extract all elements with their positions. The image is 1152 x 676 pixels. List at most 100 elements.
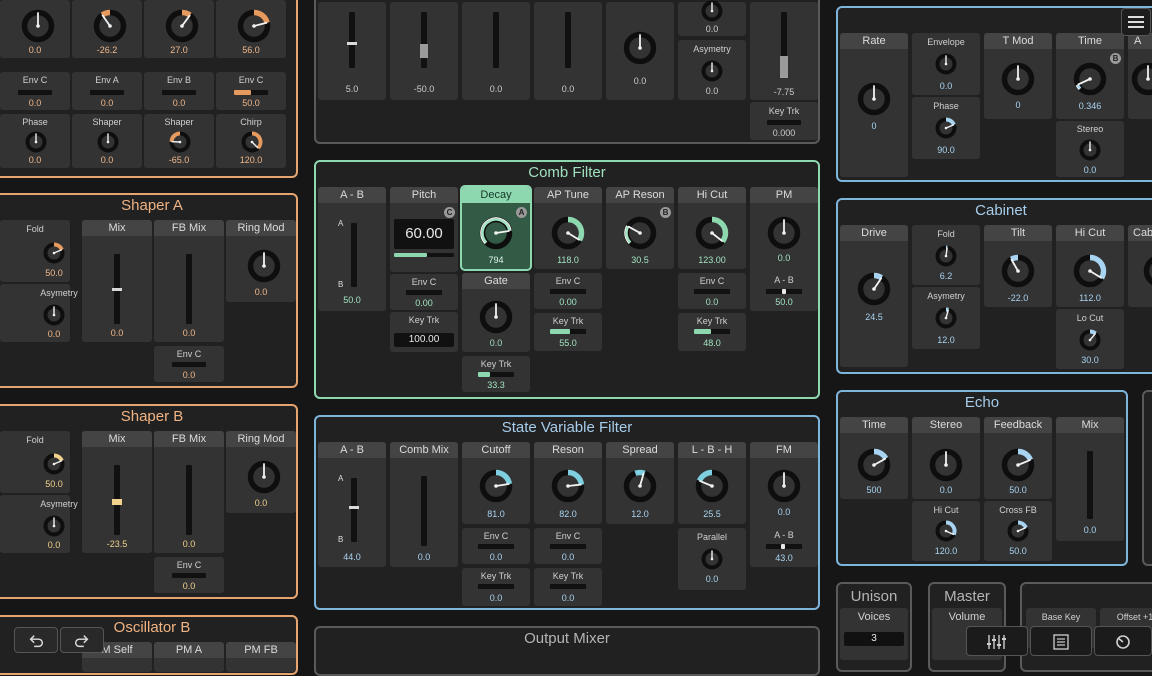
fx-rate-knob[interactable] — [854, 79, 894, 119]
svf-parallel-knob[interactable] — [699, 546, 725, 572]
comb-ab-slider[interactable] — [351, 223, 357, 287]
comb-aptune-envc-bar[interactable] — [550, 289, 586, 294]
svf-reson-keytrk-bar[interactable] — [550, 584, 586, 589]
osc-knob-1[interactable] — [90, 6, 130, 46]
echo-hicut-knob[interactable] — [933, 518, 959, 544]
fx-rate-value: 0 — [840, 121, 908, 131]
osc-knob-2[interactable] — [162, 6, 202, 46]
top-mid-knob-5a[interactable] — [699, 0, 725, 24]
fx-phase-knob[interactable] — [933, 115, 959, 141]
comb-gate-knob[interactable] — [476, 297, 516, 337]
top-mid-slider-0[interactable] — [349, 12, 355, 68]
comb-hicut-envc-bar[interactable] — [694, 289, 730, 294]
shaper-a-fbmix-slider[interactable] — [186, 254, 192, 324]
comb-pm-knob[interactable] — [764, 213, 804, 253]
fx-envelope: Envelope 0.0 — [912, 33, 980, 95]
top-mid-knob-4[interactable] — [620, 28, 660, 68]
shaper-a-fold-knob[interactable] — [41, 240, 67, 266]
osc-row2-0-bar[interactable] — [18, 90, 52, 95]
fx-tmod-knob[interactable] — [998, 59, 1038, 99]
svf-reson-knob[interactable] — [548, 466, 588, 506]
echo-stereo-knob[interactable] — [926, 445, 966, 485]
comb-pitch-badge-c[interactable]: C — [444, 207, 455, 218]
fx-time-knob[interactable] — [1070, 59, 1110, 99]
shaper-b-asym-knob[interactable] — [41, 513, 67, 539]
comb-gate-keytrk-bar[interactable] — [478, 372, 514, 377]
cab-hicut-knob[interactable] — [1070, 251, 1110, 291]
svf-lbh-knob[interactable] — [692, 466, 732, 506]
osc-row3-2-knob[interactable] — [167, 129, 193, 155]
shaper-b-fbmix-slider[interactable] — [186, 465, 192, 535]
shaper-b-envc-bar[interactable] — [172, 573, 206, 578]
fx-envelope-knob[interactable] — [933, 51, 959, 77]
echo-time-knob[interactable] — [854, 445, 894, 485]
osc-knob-0[interactable] — [18, 6, 58, 46]
osc-knob-3[interactable] — [234, 6, 274, 46]
shaper-b-ringmod-knob[interactable] — [244, 457, 284, 497]
svf-combmix-slider[interactable] — [421, 476, 427, 546]
comb-pitch-envc-bar[interactable] — [406, 290, 442, 295]
comb-gate-header: Gate — [462, 273, 530, 289]
fx-time-badge-b[interactable]: B — [1110, 53, 1121, 64]
echo-mix-slider[interactable] — [1087, 451, 1093, 519]
menu-button[interactable] — [1121, 8, 1151, 36]
comb-hicut-knob[interactable] — [692, 213, 732, 253]
cab-fold-knob[interactable] — [933, 243, 959, 269]
echo-feedback-knob[interactable] — [998, 445, 1038, 485]
svf-cutoff-knob[interactable] — [476, 466, 516, 506]
mixer-view-button[interactable] — [966, 626, 1028, 656]
comb-pm-ab-bar[interactable] — [766, 289, 802, 294]
unison-voices-value[interactable]: 3 — [844, 632, 904, 646]
top-mid-slider-2[interactable] — [493, 12, 499, 68]
redo-button[interactable] — [60, 627, 104, 653]
comb-aptune-knob[interactable] — [548, 213, 588, 253]
comb-pm-ab-value: 50.0 — [750, 297, 818, 307]
osc-row3-3-knob[interactable] — [239, 129, 265, 155]
knob-view-button[interactable] — [1094, 626, 1152, 656]
osc-row3-0-knob[interactable] — [23, 129, 49, 155]
top-mid-slider-3[interactable] — [565, 12, 571, 68]
cab-asym-knob[interactable] — [933, 305, 959, 331]
top-mid-col-2: 0.0 — [462, 2, 530, 100]
shaper-a-ringmod-knob[interactable] — [244, 246, 284, 286]
cab-locut-knob[interactable] — [1077, 327, 1103, 353]
comb-hicut-keytrk-bar[interactable] — [694, 329, 730, 334]
svf-cutoff-envc-bar[interactable] — [478, 544, 514, 549]
comb-decay-badge-a[interactable]: A — [516, 207, 527, 218]
fx-time-header: Time — [1056, 33, 1124, 49]
svf-ab-slider[interactable] — [351, 478, 357, 542]
osc-row3-1-knob[interactable] — [95, 129, 121, 155]
svf-fm-ab-bar[interactable] — [766, 544, 802, 549]
echo-crossfb-knob[interactable] — [1005, 518, 1031, 544]
fx-col-a-knob[interactable] — [1128, 59, 1152, 99]
shaper-a-envc-bar[interactable] — [172, 362, 206, 367]
comb-pitch-display[interactable]: 60.00 — [394, 219, 454, 249]
osc-row2-1-bar[interactable] — [90, 90, 124, 95]
cab-tilt-knob[interactable] — [998, 251, 1038, 291]
top-mid-slider-6[interactable] — [781, 12, 787, 78]
svf-fm-knob[interactable] — [764, 466, 804, 506]
undo-button[interactable] — [14, 627, 58, 653]
osc-row2-2-bar[interactable] — [162, 90, 196, 95]
osc-row2-3-bar[interactable] — [234, 90, 268, 95]
top-mid-knob-5b[interactable] — [699, 58, 725, 84]
comb-apreson-knob[interactable] — [620, 213, 660, 253]
fx-stereo-knob[interactable] — [1077, 137, 1103, 163]
comb-apreson-badge-b[interactable]: B — [660, 207, 671, 218]
svf-cutoff-keytrk-bar[interactable] — [478, 584, 514, 589]
shaper-a-asym-knob[interactable] — [41, 302, 67, 328]
shaper-a-mix-slider[interactable] — [114, 254, 120, 324]
cab-col-cab-knob[interactable] — [1140, 251, 1152, 291]
cab-drive-knob[interactable] — [854, 269, 894, 309]
osc-col-2: 27.0 — [144, 0, 214, 58]
shaper-b-mix-slider[interactable] — [114, 465, 120, 535]
top-mid-slider-1[interactable] — [421, 12, 427, 68]
svf-reson-envc-bar[interactable] — [550, 544, 586, 549]
comb-pitch-keytrk-value[interactable]: 100.00 — [394, 333, 454, 347]
comb-decay-knob[interactable] — [476, 213, 516, 253]
shaper-b-fold-knob[interactable] — [41, 451, 67, 477]
list-view-button[interactable] — [1030, 626, 1092, 656]
top-mid-keytrk-bar[interactable] — [767, 120, 801, 125]
comb-aptune-keytrk-bar[interactable] — [550, 329, 586, 334]
svf-spread-knob[interactable] — [620, 466, 660, 506]
